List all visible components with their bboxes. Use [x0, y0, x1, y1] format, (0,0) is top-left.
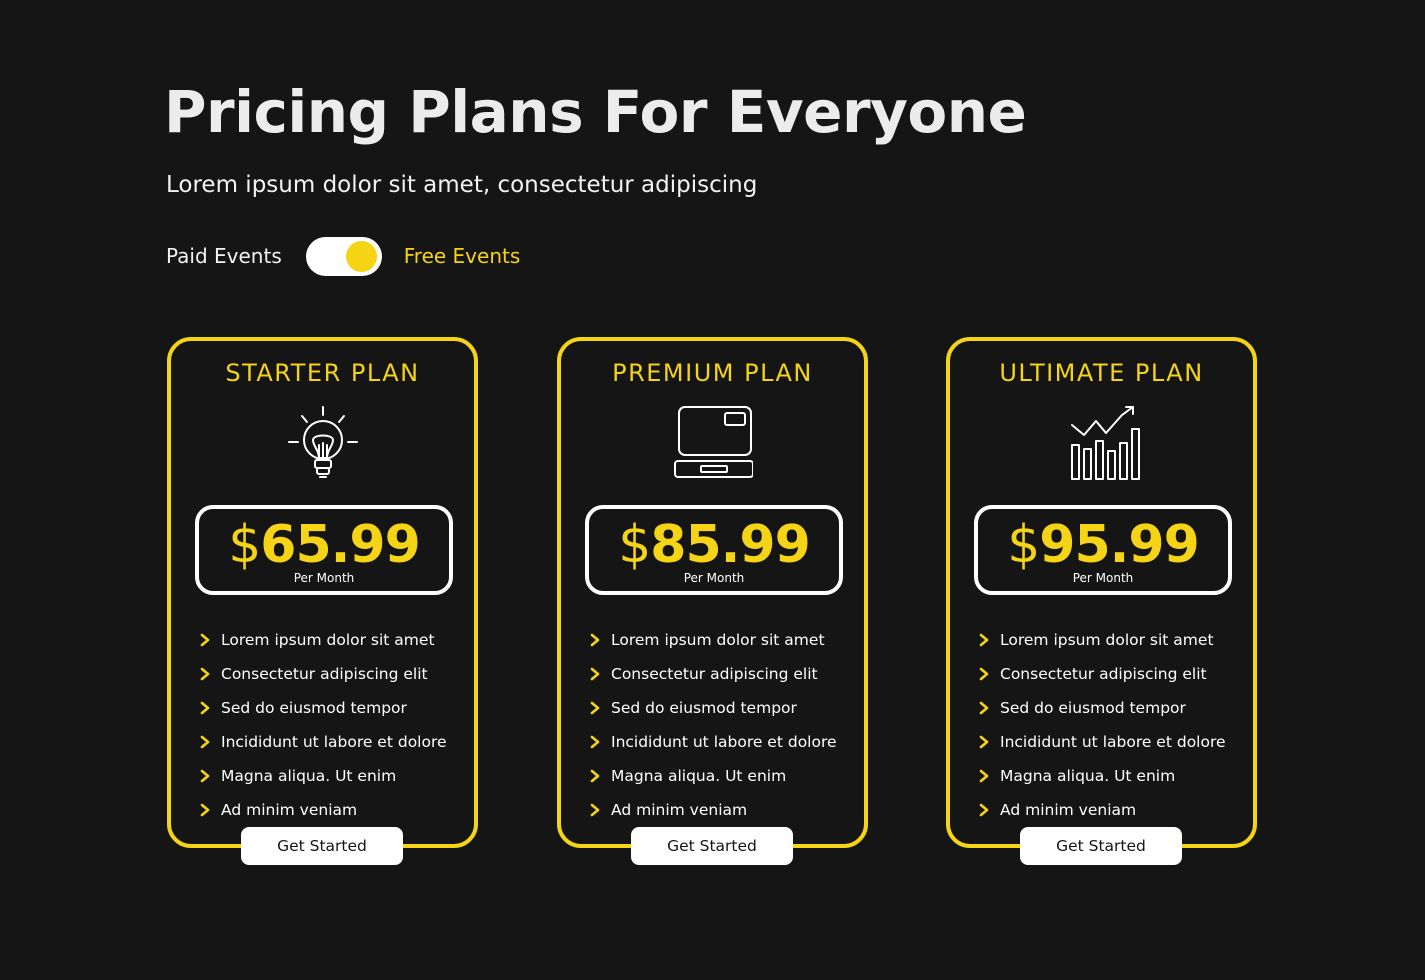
- feature-item: Ad minim veniam: [199, 793, 447, 827]
- get-started-button[interactable]: Get Started: [631, 827, 793, 865]
- feature-text: Magna aliqua. Ut enim: [1000, 767, 1176, 785]
- feature-list: Lorem ipsum dolor sit amet Consectetur a…: [589, 623, 837, 827]
- feature-text: Consectetur adipiscing elit: [611, 665, 818, 683]
- free-events-label[interactable]: Free Events: [404, 244, 521, 268]
- feature-text: Ad minim veniam: [221, 801, 358, 819]
- feature-item: Consectetur adipiscing elit: [199, 657, 447, 691]
- page-subtitle: Lorem ipsum dolor sit amet, consectetur …: [166, 172, 758, 198]
- feature-item: Ad minim veniam: [589, 793, 837, 827]
- billing-period: Per Month: [1072, 571, 1134, 585]
- page-title: Pricing Plans For Everyone: [164, 78, 1027, 146]
- currency-symbol: $: [1007, 515, 1040, 575]
- pricing-card-ultimate: ULTIMATE PLAN $95.99 Per Month Lorem ips…: [946, 337, 1257, 865]
- feature-item: Lorem ipsum dolor sit amet: [589, 623, 837, 657]
- feature-text: Magna aliqua. Ut enim: [221, 767, 397, 785]
- feature-text: Sed do eiusmod tempor: [1000, 699, 1186, 717]
- events-toggle-switch[interactable]: [305, 236, 382, 276]
- get-started-button[interactable]: Get Started: [1020, 827, 1182, 865]
- feature-text: Sed do eiusmod tempor: [611, 699, 797, 717]
- feature-item: Ad minim veniam: [978, 793, 1226, 827]
- feature-list: Lorem ipsum dolor sit amet Consectetur a…: [978, 623, 1226, 827]
- chevron-right-icon: [590, 803, 600, 817]
- chevron-right-icon: [979, 633, 989, 647]
- chevron-right-icon: [200, 803, 210, 817]
- feature-item: Lorem ipsum dolor sit amet: [199, 623, 447, 657]
- paid-events-label[interactable]: Paid Events: [166, 244, 282, 268]
- price-box: $85.99 Per Month: [585, 505, 843, 595]
- chevron-right-icon: [979, 667, 989, 681]
- growth-chart-icon: [1070, 406, 1140, 480]
- chevron-right-icon: [590, 633, 600, 647]
- plan-title: STARTER PLAN: [225, 359, 420, 387]
- chevron-right-icon: [590, 667, 600, 681]
- price: $65.99: [199, 515, 449, 575]
- feature-item: Consectetur adipiscing elit: [978, 657, 1226, 691]
- feature-item: Magna aliqua. Ut enim: [978, 759, 1226, 793]
- feature-item: Sed do eiusmod tempor: [978, 691, 1226, 725]
- price: $85.99: [589, 515, 839, 575]
- billing-period: Per Month: [293, 571, 355, 585]
- feature-text: Incididunt ut labore et dolore: [1000, 733, 1226, 751]
- feature-text: Lorem ipsum dolor sit amet: [221, 631, 435, 649]
- pricing-card-starter: STARTER PLAN $65.99 Per Month Lorem ipsu…: [167, 337, 478, 865]
- feature-item: Incididunt ut labore et dolore: [978, 725, 1226, 759]
- feature-item: Magna aliqua. Ut enim: [199, 759, 447, 793]
- currency-symbol: $: [228, 515, 261, 575]
- feature-item: Incididunt ut labore et dolore: [589, 725, 837, 759]
- chevron-right-icon: [979, 735, 989, 749]
- price-amount: 95.99: [1039, 515, 1199, 575]
- feature-item: Sed do eiusmod tempor: [589, 691, 837, 725]
- chevron-right-icon: [200, 633, 210, 647]
- feature-item: Sed do eiusmod tempor: [199, 691, 447, 725]
- feature-text: Lorem ipsum dolor sit amet: [611, 631, 825, 649]
- chevron-right-icon: [200, 701, 210, 715]
- chevron-right-icon: [200, 735, 210, 749]
- pricing-card-premium: PREMIUM PLAN $85.99 Per Month Lorem ipsu…: [557, 337, 868, 865]
- feature-item: Incididunt ut labore et dolore: [199, 725, 447, 759]
- feature-list: Lorem ipsum dolor sit amet Consectetur a…: [199, 623, 447, 827]
- lightbulb-icon: [287, 406, 358, 478]
- chevron-right-icon: [200, 667, 210, 681]
- chevron-right-icon: [979, 769, 989, 783]
- chevron-right-icon: [200, 769, 210, 783]
- price-box: $65.99 Per Month: [195, 505, 453, 595]
- currency-symbol: $: [618, 515, 651, 575]
- feature-text: Ad minim veniam: [1000, 801, 1137, 819]
- feature-text: Lorem ipsum dolor sit amet: [1000, 631, 1214, 649]
- feature-item: Magna aliqua. Ut enim: [589, 759, 837, 793]
- feature-item: Lorem ipsum dolor sit amet: [978, 623, 1226, 657]
- get-started-button[interactable]: Get Started: [241, 827, 403, 865]
- price-amount: 65.99: [260, 515, 420, 575]
- chevron-right-icon: [590, 769, 600, 783]
- chevron-right-icon: [979, 803, 989, 817]
- chevron-right-icon: [590, 735, 600, 749]
- feature-text: Consectetur adipiscing elit: [1000, 665, 1207, 683]
- pricing-toggle-row: Paid Events Free Events: [166, 236, 520, 276]
- chevron-right-icon: [979, 701, 989, 715]
- feature-text: Ad minim veniam: [611, 801, 748, 819]
- chevron-right-icon: [590, 701, 600, 715]
- feature-text: Incididunt ut labore et dolore: [221, 733, 447, 751]
- toggle-knob[interactable]: [345, 240, 377, 272]
- computer-icon: [673, 406, 753, 478]
- price: $95.99: [978, 515, 1228, 575]
- plan-title: ULTIMATE PLAN: [999, 359, 1204, 387]
- plan-title: PREMIUM PLAN: [612, 359, 813, 387]
- feature-item: Consectetur adipiscing elit: [589, 657, 837, 691]
- feature-text: Incididunt ut labore et dolore: [611, 733, 837, 751]
- price-amount: 85.99: [650, 515, 810, 575]
- billing-period: Per Month: [683, 571, 745, 585]
- feature-text: Magna aliqua. Ut enim: [611, 767, 787, 785]
- feature-text: Consectetur adipiscing elit: [221, 665, 428, 683]
- price-box: $95.99 Per Month: [974, 505, 1232, 595]
- feature-text: Sed do eiusmod tempor: [221, 699, 407, 717]
